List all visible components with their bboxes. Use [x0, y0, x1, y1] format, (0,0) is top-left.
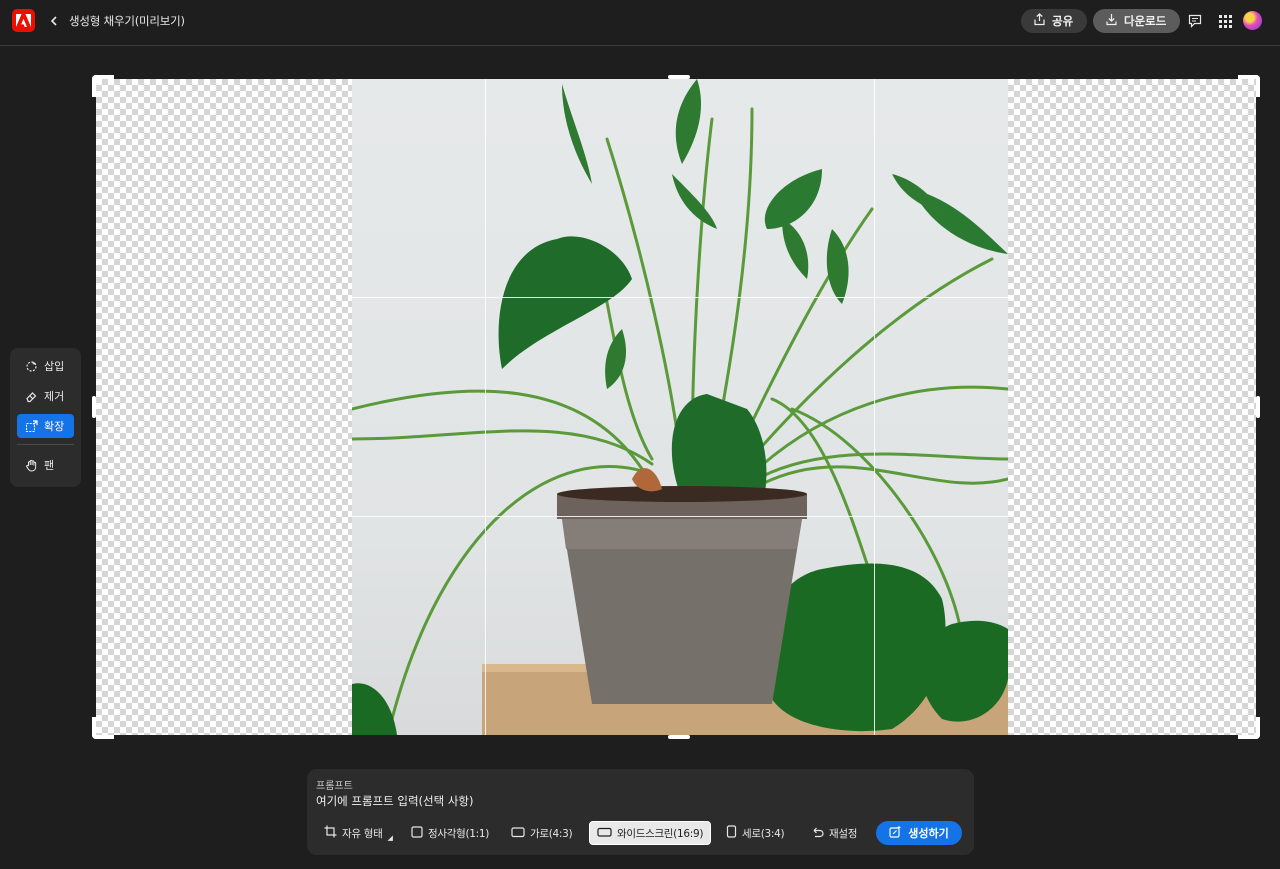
tool-pan-label: 팬 — [44, 459, 55, 472]
grid-line — [485, 79, 486, 735]
aspect-portrait-label: 세로(3:4) — [742, 827, 785, 840]
download-label: 다운로드 — [1124, 14, 1167, 28]
remove-icon — [24, 389, 38, 403]
avatar[interactable] — [1243, 11, 1262, 30]
aspect-portrait-button[interactable]: 세로(3:4) — [719, 821, 791, 845]
reset-label: 재설정 — [829, 827, 858, 840]
tool-remove-label: 제거 — [44, 390, 65, 403]
prompt-panel: 프롬프트 자유 형태 ◢ 정사각형(1:1) 가로(4:3) 와이드스크린(16… — [307, 769, 974, 855]
share-icon — [1033, 13, 1046, 29]
tool-insert-label: 삽입 — [44, 360, 65, 373]
tool-panel: 삽입 제거 확장 팬 — [10, 348, 81, 487]
aspect-square-button[interactable]: 정사각형(1:1) — [404, 821, 496, 845]
adobe-logo-icon[interactable] — [12, 9, 35, 32]
plant-image — [352, 79, 1008, 735]
aspect-square-label: 정사각형(1:1) — [428, 827, 490, 840]
download-icon — [1105, 13, 1118, 29]
top-bar: 생성형 채우기(미리보기) 공유 다운로드 — [0, 0, 1280, 46]
page-title: 생성형 채우기(미리보기) — [69, 14, 185, 28]
back-icon[interactable] — [46, 12, 62, 30]
resize-handle-top-right[interactable] — [1238, 75, 1260, 97]
tool-expand-label: 확장 — [44, 420, 65, 433]
resize-handle-left[interactable] — [92, 396, 96, 418]
resize-handle-right[interactable] — [1256, 396, 1260, 418]
hand-icon — [24, 458, 38, 472]
aspect-widescreen-label: 와이드스크린(16:9) — [617, 827, 704, 840]
resize-handle-bottom-right[interactable] — [1238, 717, 1260, 739]
comment-icon[interactable] — [1186, 12, 1204, 30]
expand-icon — [24, 419, 38, 433]
expand-canvas[interactable] — [92, 75, 1260, 739]
grid-line — [352, 297, 1008, 298]
chevron-down-icon: ◢ — [387, 834, 393, 842]
prompt-input[interactable] — [316, 793, 716, 809]
tool-remove[interactable]: 제거 — [17, 384, 74, 408]
grid-line — [874, 79, 875, 735]
aspect-free-form-button[interactable]: 자유 형태 ◢ — [317, 821, 397, 845]
tool-insert[interactable]: 삽입 — [17, 354, 74, 378]
widescreen-icon — [597, 826, 612, 841]
square-icon — [411, 825, 423, 841]
grid-line — [352, 516, 1008, 517]
resize-handle-bottom[interactable] — [668, 735, 690, 739]
toolbar-divider — [17, 444, 74, 445]
undo-icon — [811, 826, 824, 841]
prompt-label: 프롬프트 — [316, 781, 353, 792]
apps-grid-icon[interactable] — [1216, 12, 1234, 30]
aspect-landscape-label: 가로(4:3) — [530, 827, 573, 840]
resize-handle-bottom-left[interactable] — [92, 717, 114, 739]
share-button[interactable]: 공유 — [1021, 9, 1087, 33]
tool-expand[interactable]: 확장 — [17, 414, 74, 438]
aspect-landscape-button[interactable]: 가로(4:3) — [504, 821, 579, 845]
plant-illustration — [352, 79, 1008, 735]
tool-pan[interactable]: 팬 — [17, 453, 74, 477]
landscape-icon — [511, 826, 525, 841]
portrait-icon — [726, 825, 737, 841]
insert-icon — [24, 359, 38, 373]
crop-icon — [324, 825, 337, 841]
aspect-free-form-label: 자유 형태 — [342, 827, 383, 840]
generate-icon — [889, 825, 902, 841]
resize-handle-top-left[interactable] — [92, 75, 114, 97]
share-label: 공유 — [1052, 14, 1074, 28]
resize-handle-top[interactable] — [668, 75, 690, 79]
generate-button[interactable]: 생성하기 — [876, 821, 962, 845]
download-button[interactable]: 다운로드 — [1093, 9, 1180, 33]
generate-label: 생성하기 — [908, 827, 949, 840]
aspect-widescreen-button[interactable]: 와이드스크린(16:9) — [589, 821, 711, 845]
reset-button[interactable]: 재설정 — [804, 821, 864, 845]
